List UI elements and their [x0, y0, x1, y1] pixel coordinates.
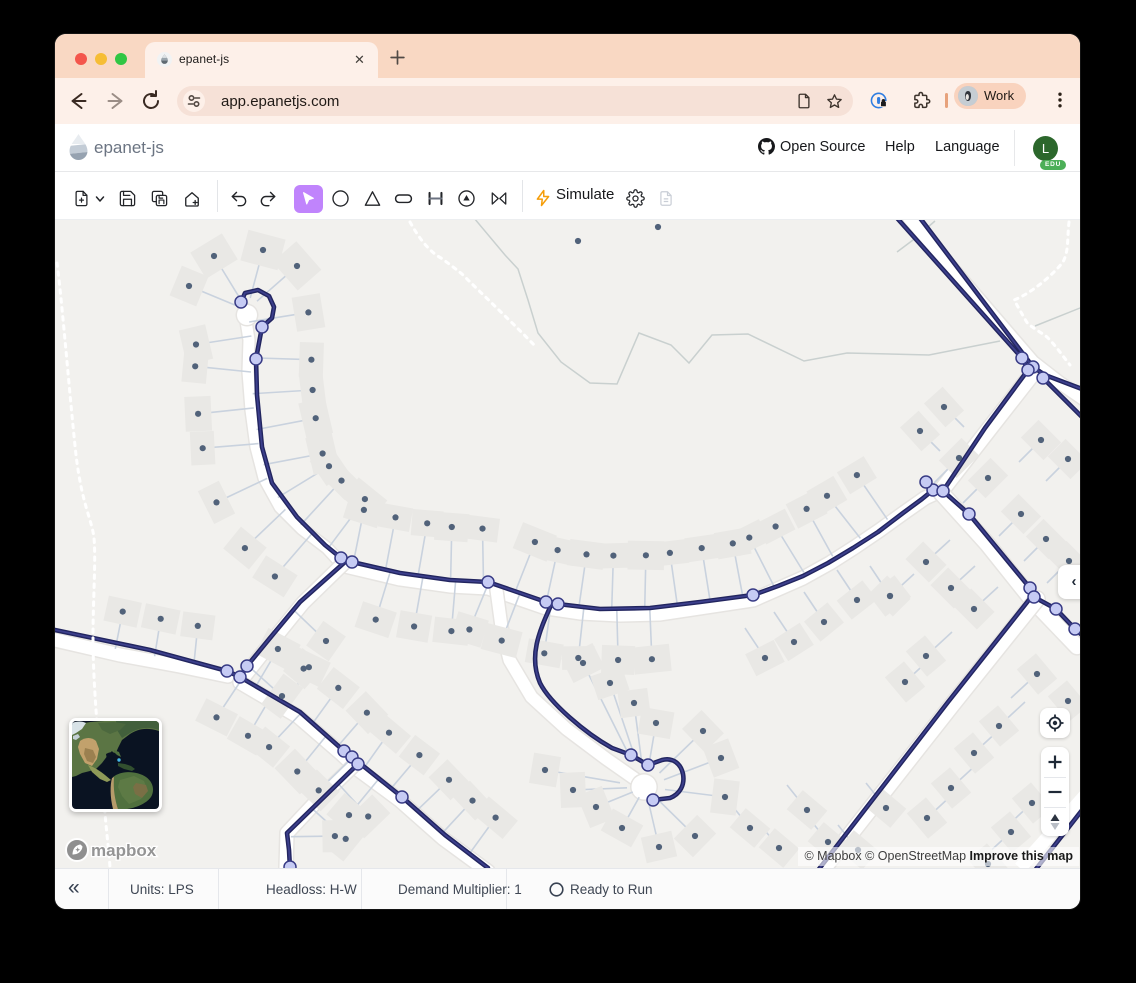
svg-text:mapbox: mapbox	[91, 841, 157, 860]
